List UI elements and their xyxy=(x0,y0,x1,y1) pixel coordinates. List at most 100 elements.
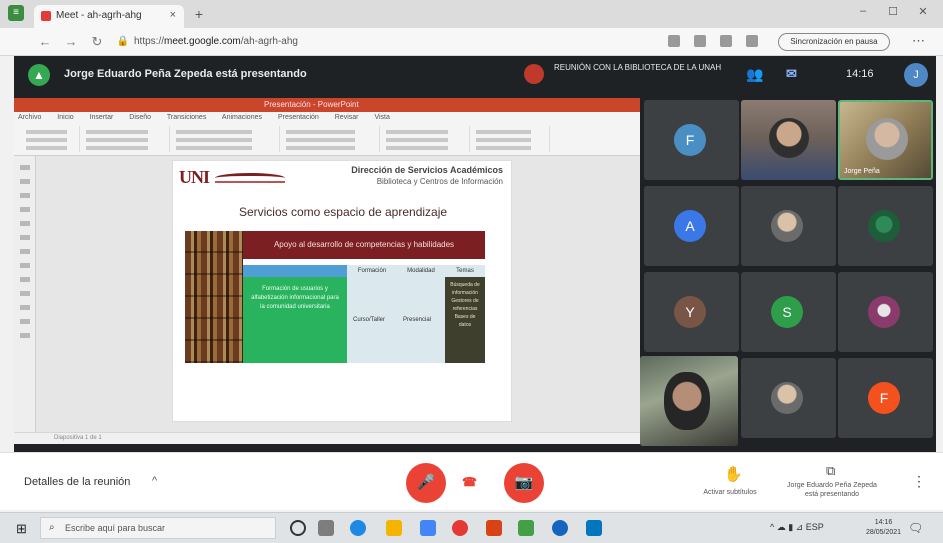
chevron-up-icon[interactable]: ^ xyxy=(152,475,157,487)
powerpoint-icon[interactable] xyxy=(486,520,502,536)
url-field[interactable]: https://meet.google.com/ah-agrh-ahg xyxy=(134,33,654,51)
slide-header-subtitle: Biblioteca y Centros de Información xyxy=(376,177,503,186)
browser-tab-meet[interactable]: Meet - ah-agrh-ahg × xyxy=(34,5,184,28)
new-tab-button[interactable]: + xyxy=(190,6,208,22)
system-tray[interactable]: ^ ☁ ▮ ⊿ ESP xyxy=(770,522,824,533)
taskbar-date: 28/05/2021 xyxy=(866,529,902,536)
participant-tile[interactable]: Y xyxy=(644,272,739,352)
participant-avatar: Y xyxy=(674,296,706,328)
participant-tile[interactable]: F xyxy=(838,358,933,438)
presenting-control-label[interactable]: Jorge Eduardo Peña Zepeda está presentan… xyxy=(782,481,882,499)
forward-icon[interactable]: → xyxy=(62,34,80,49)
slide: UNI Dirección de Servicios Académicos Bi… xyxy=(172,160,512,422)
ribbon-tab: Diseño xyxy=(129,114,152,121)
slide-table: Formación Modalidad Temas Formación de u… xyxy=(243,265,485,363)
browser-tab-strip: ≡ Meet - ah-agrh-ahg × + – ☐ ✕ xyxy=(0,0,943,28)
notification-icon[interactable]: 🗨 xyxy=(908,521,923,535)
table-cell: Presencial xyxy=(403,317,432,323)
meeting-details-button[interactable]: Detalles de la reunión xyxy=(24,476,130,488)
browser-more-icon[interactable]: ⋯ xyxy=(912,33,925,49)
address-bar: ← → ↻ 🔒 https://meet.google.com/ah-agrh-… xyxy=(0,28,943,56)
hangup-button[interactable]: ☎ xyxy=(462,475,477,489)
participant-tile[interactable] xyxy=(838,272,933,352)
windows-start-icon[interactable]: ⊞ xyxy=(16,521,27,537)
table-col-header: Modalidad xyxy=(407,268,435,274)
profile-sync-button[interactable]: Sincronización en pausa xyxy=(778,33,890,51)
participant-photo xyxy=(771,382,803,414)
store-icon[interactable] xyxy=(420,520,436,536)
close-tab-icon[interactable]: × xyxy=(170,9,176,21)
taskbar-clock[interactable]: 14:16 28/05/2021 xyxy=(866,518,901,538)
bookshelf-image xyxy=(185,231,243,363)
participant-tile[interactable]: F xyxy=(644,100,739,180)
url-path: /ah-agrh-ahg xyxy=(240,36,298,47)
participant-video-tile[interactable] xyxy=(741,100,836,180)
search-icon: ⌕ xyxy=(49,522,55,533)
camera-button[interactable]: 📷 xyxy=(504,463,544,503)
captions-icon[interactable]: ✋ xyxy=(724,465,743,483)
recording-icon xyxy=(524,64,544,84)
back-icon[interactable]: ← xyxy=(36,34,54,49)
office-icon[interactable] xyxy=(452,520,468,536)
table-cell: Curso/Taller xyxy=(353,317,386,323)
edge-icon[interactable] xyxy=(350,520,366,536)
participant-tile[interactable] xyxy=(741,186,836,266)
file-explorer-icon[interactable] xyxy=(386,520,402,536)
lock-icon[interactable]: 🔒 xyxy=(114,36,132,47)
slide-title: Servicios como espacio de aprendizaje xyxy=(238,205,448,219)
captions-label[interactable]: Activar subtítulos xyxy=(690,489,770,496)
participant-video-tile-active[interactable]: Jorge Peña xyxy=(838,100,933,180)
participant-tile[interactable]: S xyxy=(741,272,836,352)
ppt-status-bar: Diapositiva 1 de 1 xyxy=(14,432,640,444)
reload-icon[interactable]: ↻ xyxy=(88,34,106,50)
people-icon[interactable]: 👥 xyxy=(746,66,763,83)
participant-video-tile[interactable] xyxy=(640,356,738,446)
ribbon-tab: Presentación xyxy=(277,114,319,121)
participant-photo xyxy=(868,210,900,242)
participant-tile[interactable] xyxy=(838,186,933,266)
unah-logo: UNI xyxy=(179,167,210,187)
participant-avatar: F xyxy=(674,124,706,156)
browser-menu-icon[interactable]: ≡ xyxy=(8,5,24,21)
extension-icon[interactable] xyxy=(668,35,680,47)
excel-icon[interactable] xyxy=(518,520,534,536)
ribbon-tab: Transiciones xyxy=(166,114,207,121)
task-view-icon[interactable] xyxy=(290,520,306,536)
chat-icon[interactable]: ✉ xyxy=(786,66,797,82)
self-avatar[interactable]: J xyxy=(904,63,928,87)
ppt-ribbon: Archivo Inicio Insertar Diseño Transicio… xyxy=(14,112,640,156)
chrome-icon[interactable] xyxy=(552,520,568,536)
ribbon-tab: Inicio xyxy=(57,114,74,121)
ribbon-group xyxy=(80,126,170,152)
ribbon-group xyxy=(380,126,470,152)
ribbon-group xyxy=(280,126,380,152)
more-options-icon[interactable]: ⋮ xyxy=(912,473,926,490)
mic-button[interactable]: 🎤 xyxy=(406,463,446,503)
mic-off-icon: 🎤 xyxy=(416,474,436,491)
participant-photo xyxy=(771,210,803,242)
maximize-button[interactable]: ☐ xyxy=(882,5,904,18)
meeting-name: REUNIÓN CON LA BIBLIOTECA DE LA UNAH xyxy=(554,63,722,72)
camera-off-icon: 📷 xyxy=(514,474,534,491)
ribbon-tab: Animaciones xyxy=(221,114,262,121)
participant-tile[interactable] xyxy=(741,358,836,438)
window-close-button[interactable]: ✕ xyxy=(912,5,934,18)
shared-screen-powerpoint: Presentación - PowerPoint Archivo Inicio… xyxy=(14,98,640,444)
minimize-button[interactable]: – xyxy=(852,5,874,17)
ribbon-tab: Vista xyxy=(374,114,390,121)
widgets-icon[interactable] xyxy=(318,520,334,536)
url-scheme: https:// xyxy=(134,36,165,47)
favorites-icon[interactable] xyxy=(720,35,732,47)
taskbar-search-box[interactable]: ⌕ Escribe aquí para buscar xyxy=(40,517,276,539)
meet-clock: 14:16 xyxy=(846,68,874,80)
table-green-cell: Formación de usuarios y alfabetización i… xyxy=(243,277,347,363)
slide-header-title: Dirección de Servicios Académicos xyxy=(351,165,503,175)
present-screen-icon[interactable]: ⧉ xyxy=(826,463,835,479)
table-col-header: Formación xyxy=(357,268,387,274)
taskbar-search-placeholder: Escribe aquí para buscar xyxy=(65,523,166,533)
read-mode-icon[interactable] xyxy=(694,35,706,47)
word-icon[interactable] xyxy=(586,520,602,536)
ribbon-tab: Insertar xyxy=(89,114,114,121)
participant-tile[interactable]: A xyxy=(644,186,739,266)
collections-icon[interactable] xyxy=(746,35,758,47)
